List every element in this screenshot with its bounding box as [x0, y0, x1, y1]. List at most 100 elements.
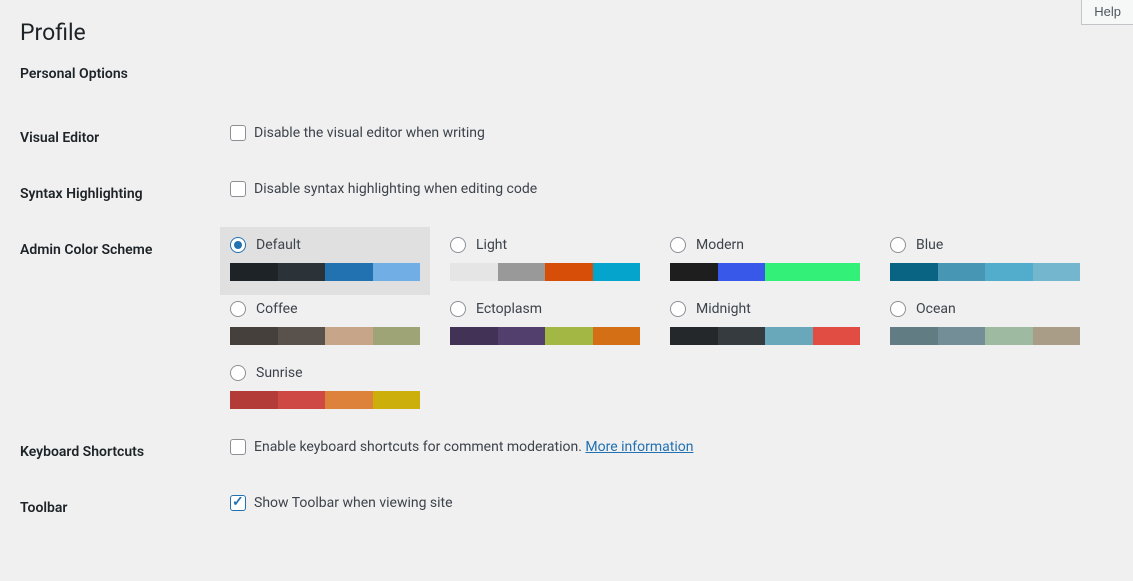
color-swatch: [813, 327, 861, 345]
color-scheme-radio[interactable]: [230, 237, 246, 253]
color-swatch: [373, 263, 421, 281]
color-swatch: [890, 263, 938, 281]
color-swatches: [670, 327, 860, 345]
visual-editor-option[interactable]: Disable the visual editor when writing: [230, 125, 1103, 141]
color-swatch: [230, 263, 278, 281]
color-swatch: [450, 263, 498, 281]
color-swatch: [325, 391, 373, 409]
color-scheme-name: Modern: [696, 237, 744, 253]
color-scheme-radio[interactable]: [670, 237, 686, 253]
color-swatch: [230, 391, 278, 409]
color-scheme-name: Midnight: [696, 301, 751, 317]
color-swatch: [985, 327, 1033, 345]
color-scheme-header: Modern: [670, 237, 860, 253]
color-scheme-light[interactable]: Light: [450, 237, 640, 281]
color-swatch: [1033, 327, 1081, 345]
help-button[interactable]: Help: [1081, 0, 1133, 25]
color-swatch: [670, 263, 718, 281]
color-swatch: [1033, 263, 1081, 281]
color-scheme-name: Blue: [916, 237, 943, 253]
color-scheme-midnight[interactable]: Midnight: [670, 301, 860, 345]
color-swatches: [670, 263, 860, 281]
syntax-highlighting-checkbox-label: Disable syntax highlighting when editing…: [254, 181, 537, 197]
color-scheme-modern[interactable]: Modern: [670, 237, 860, 281]
color-scheme-header: Blue: [890, 237, 1080, 253]
color-scheme-name: Ocean: [916, 301, 956, 317]
syntax-highlighting-label: Syntax Highlighting: [20, 166, 220, 222]
color-scheme-radio[interactable]: [230, 301, 246, 317]
color-swatch: [278, 263, 326, 281]
syntax-highlighting-checkbox[interactable]: [230, 181, 246, 197]
toolbar-checkbox[interactable]: [230, 495, 246, 511]
color-swatch: [278, 327, 326, 345]
color-scheme-name: Default: [256, 237, 301, 253]
color-swatch: [718, 263, 766, 281]
color-swatch: [765, 327, 813, 345]
color-swatch: [325, 327, 373, 345]
color-swatch: [325, 263, 373, 281]
color-swatch: [890, 327, 938, 345]
color-scheme-radio[interactable]: [450, 301, 466, 317]
color-scheme-radio[interactable]: [670, 301, 686, 317]
color-scheme-header: Ectoplasm: [450, 301, 640, 317]
color-scheme-ocean[interactable]: Ocean: [890, 301, 1080, 345]
visual-editor-checkbox-label: Disable the visual editor when writing: [254, 125, 485, 141]
keyboard-shortcuts-checkbox[interactable]: [230, 439, 246, 455]
color-swatch: [985, 263, 1033, 281]
color-scheme-label: Admin Color Scheme: [20, 222, 220, 424]
color-scheme-name: Light: [476, 237, 507, 253]
color-swatch: [450, 327, 498, 345]
more-information-link[interactable]: More information: [585, 439, 693, 455]
color-swatches: [230, 263, 420, 281]
color-scheme-sunrise[interactable]: Sunrise: [230, 365, 420, 409]
color-swatch: [278, 391, 326, 409]
color-scheme-radio[interactable]: [890, 301, 906, 317]
toolbar-label: Toolbar: [20, 480, 220, 536]
color-scheme-name: Sunrise: [256, 365, 303, 381]
color-scheme-ectoplasm[interactable]: Ectoplasm: [450, 301, 640, 345]
color-scheme-radio[interactable]: [890, 237, 906, 253]
color-swatch: [593, 263, 641, 281]
color-swatch: [545, 327, 593, 345]
color-swatches: [890, 263, 1080, 281]
keyboard-shortcuts-checkbox-label: Enable keyboard shortcuts for comment mo…: [254, 439, 693, 455]
color-scheme-header: Default: [230, 237, 420, 253]
color-swatch: [373, 327, 421, 345]
color-swatch: [765, 263, 813, 281]
color-swatch: [545, 263, 593, 281]
color-schemes-grid: Default Light Modern Blue Coffee Ectoplasm Mid…: [230, 237, 1103, 409]
color-swatches: [450, 263, 640, 281]
color-scheme-blue[interactable]: Blue: [890, 237, 1080, 281]
color-swatch: [230, 327, 278, 345]
color-swatches: [890, 327, 1080, 345]
color-swatch: [593, 327, 641, 345]
syntax-highlighting-option[interactable]: Disable syntax highlighting when editing…: [230, 181, 1103, 197]
color-scheme-header: Ocean: [890, 301, 1080, 317]
color-swatch: [670, 327, 718, 345]
toolbar-checkbox-label: Show Toolbar when viewing site: [254, 495, 453, 511]
color-swatch: [938, 263, 986, 281]
color-swatches: [230, 327, 420, 345]
personal-options-table: Visual Editor Disable the visual editor …: [20, 110, 1113, 536]
color-scheme-header: Coffee: [230, 301, 420, 317]
color-swatch: [813, 263, 861, 281]
color-scheme-radio[interactable]: [450, 237, 466, 253]
color-swatch: [718, 327, 766, 345]
toolbar-option[interactable]: Show Toolbar when viewing site: [230, 495, 1103, 511]
color-scheme-default[interactable]: Default: [220, 227, 430, 295]
page-title: Profile: [20, 10, 1113, 46]
color-scheme-coffee[interactable]: Coffee: [230, 301, 420, 345]
color-scheme-name: Coffee: [256, 301, 298, 317]
color-swatches: [450, 327, 640, 345]
keyboard-shortcuts-option[interactable]: Enable keyboard shortcuts for comment mo…: [230, 439, 1103, 455]
color-scheme-radio[interactable]: [230, 365, 246, 381]
color-scheme-name: Ectoplasm: [476, 301, 542, 317]
color-scheme-header: Midnight: [670, 301, 860, 317]
color-swatch: [938, 327, 986, 345]
section-title: Personal Options: [20, 66, 1113, 82]
color-swatches: [230, 391, 420, 409]
color-scheme-header: Sunrise: [230, 365, 420, 381]
profile-content: Profile Personal Options Visual Editor D…: [0, 0, 1133, 536]
visual-editor-checkbox[interactable]: [230, 125, 246, 141]
keyboard-shortcuts-label: Keyboard Shortcuts: [20, 424, 220, 480]
